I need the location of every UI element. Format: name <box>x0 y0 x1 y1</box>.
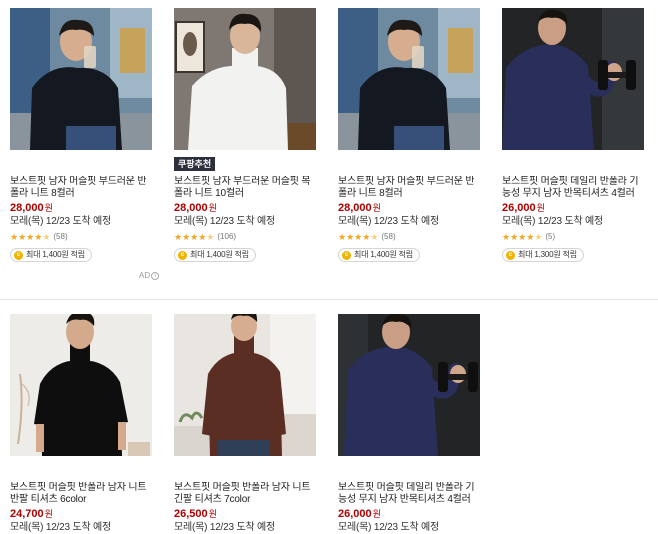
product-name[interactable]: 보스트핏 머슬핏 데일리 반폴라 기능성 무지 남자 반목티셔츠 4컬러 <box>502 176 647 200</box>
delivery-date: 모레(목) 12/23 도착 예정 <box>10 216 112 227</box>
star-rating-icon: ★ ★ ★ ★ ★ <box>502 232 543 242</box>
coin-icon: c <box>342 250 351 260</box>
star-rating-icon: ★ ★ ★ ★ ★ <box>174 232 215 242</box>
product-price: 26,000원 <box>502 202 545 214</box>
coin-icon: c <box>506 250 515 260</box>
row-divider <box>0 299 658 300</box>
product-card[interactable] <box>10 314 160 456</box>
product-image[interactable] <box>10 314 152 456</box>
product-image[interactable] <box>10 8 152 150</box>
product-card[interactable] <box>338 8 488 150</box>
product-image[interactable] <box>174 314 316 456</box>
reward-badge: c 최대 1,400원 적립 <box>10 248 92 262</box>
product-name[interactable]: 보스트핏 남자 부드러운 머슬핏 목폴라 니트 10컬러 <box>174 176 319 200</box>
recommend-badge: 쿠팡추천 <box>174 157 216 171</box>
reward-badge: c 최대 1,400원 적립 <box>174 248 256 262</box>
delivery-date: 모레(목) 12/23 도착 예정 <box>174 522 276 533</box>
product-image[interactable] <box>338 314 480 456</box>
product-image[interactable] <box>174 8 316 150</box>
product-image[interactable] <box>502 8 644 150</box>
product-name[interactable]: 보스트핏 머슬핏 반폴라 남자 니트 긴팔 티셔츠 7color <box>174 482 319 506</box>
delivery-date: 모레(목) 12/23 도착 예정 <box>338 216 440 227</box>
delivery-date: 모레(목) 12/23 도착 예정 <box>10 522 112 533</box>
coin-icon: c <box>14 250 23 260</box>
rating: ★ ★ ★ ★ ★ (5) <box>502 232 555 242</box>
review-count: (5) <box>545 232 556 241</box>
review-count: (58) <box>53 232 68 241</box>
ad-label[interactable]: AD i <box>139 271 160 280</box>
product-price: 28,000원 <box>174 202 217 214</box>
product-card[interactable] <box>502 8 652 150</box>
rating: ★ ★ ★ ★ ★ (58) <box>338 232 396 242</box>
product-price: 26,000원 <box>338 508 381 520</box>
delivery-date: 모레(목) 12/23 도착 예정 <box>338 522 440 533</box>
product-name[interactable]: 보스트핏 머슬핏 반폴라 남자 니트 반팔 티셔츠 6color <box>10 482 155 506</box>
delivery-date: 모레(목) 12/23 도착 예정 <box>174 216 276 227</box>
info-icon[interactable]: i <box>151 271 160 280</box>
product-card[interactable] <box>10 8 160 150</box>
coin-icon: c <box>178 250 187 260</box>
reward-badge: c 최대 1,400원 적립 <box>338 248 420 262</box>
star-rating-icon: ★ ★ ★ ★ ★ <box>10 232 51 242</box>
product-card[interactable] <box>338 314 488 456</box>
rating: ★ ★ ★ ★ ★ (106) <box>174 232 236 242</box>
product-price: 24,700원 <box>10 508 53 520</box>
review-count: (106) <box>217 232 237 241</box>
product-image[interactable] <box>338 8 480 150</box>
product-price: 28,000원 <box>338 202 381 214</box>
star-rating-icon: ★ ★ ★ ★ ★ <box>338 232 379 242</box>
reward-badge: c 최대 1,300원 적립 <box>502 248 584 262</box>
review-count: (58) <box>381 232 396 241</box>
product-price: 26,500원 <box>174 508 217 520</box>
product-name[interactable]: 보스트핏 머슬핏 데일리 반폴라 기능성 무지 남자 반목티셔츠 4컬러 <box>338 482 483 506</box>
rating: ★ ★ ★ ★ ★ (58) <box>10 232 68 242</box>
delivery-date: 모레(목) 12/23 도착 예정 <box>502 216 604 227</box>
product-card[interactable] <box>174 8 324 150</box>
product-name[interactable]: 보스트핏 남자 머슬핏 부드러운 반폴라 니트 8컬러 <box>338 176 483 200</box>
product-card[interactable] <box>174 314 324 456</box>
product-price: 28,000원 <box>10 202 53 214</box>
product-name[interactable]: 보스트핏 남자 머슬핏 부드러운 반폴라 니트 8컬러 <box>10 176 155 200</box>
